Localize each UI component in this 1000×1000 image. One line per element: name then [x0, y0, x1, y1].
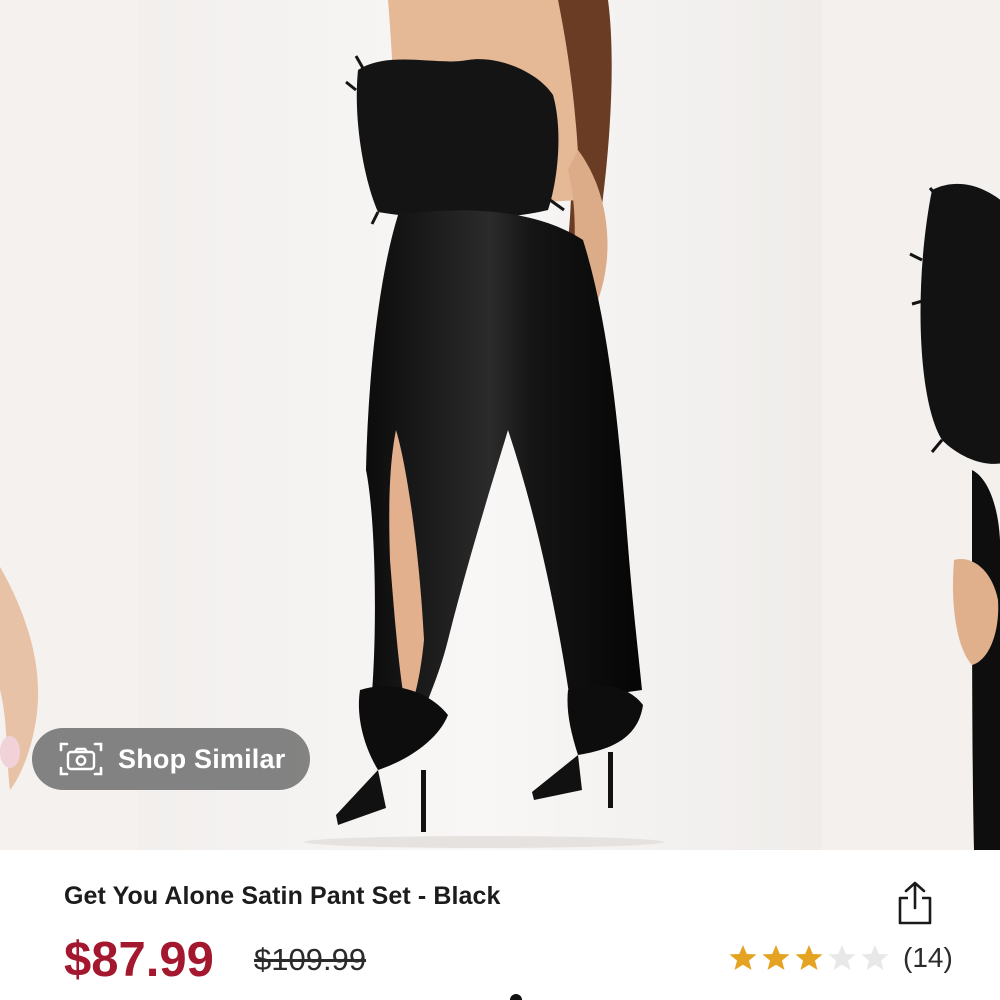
share-icon[interactable] [894, 880, 936, 926]
product-info: Get You Alone Satin Pant Set - Black $87… [0, 850, 1000, 1000]
star-empty-icon [861, 945, 889, 970]
product-rating[interactable]: (14) [728, 942, 953, 974]
star-filled-icon [762, 945, 790, 970]
star-filled-icon [795, 945, 823, 970]
review-count: (14) [903, 942, 953, 973]
rating-stars [728, 943, 893, 973]
product-title: Get You Alone Satin Pant Set - Black [64, 882, 501, 910]
star-empty-icon [828, 945, 856, 970]
star-filled-icon [729, 945, 757, 970]
sale-price: $87.99 [64, 933, 214, 987]
product-photo [138, 0, 822, 850]
product-photo [822, 0, 1000, 850]
camera-icon [59, 742, 103, 776]
carousel-prev-image[interactable] [0, 0, 138, 850]
shop-similar-label: Shop Similar [118, 743, 286, 774]
carousel-main-image[interactable] [138, 0, 822, 850]
carousel-next-image[interactable] [822, 0, 1000, 850]
product-photo [0, 0, 138, 850]
product-image-carousel[interactable]: Shop Similar [0, 0, 1000, 850]
shop-similar-button[interactable]: Shop Similar [32, 728, 310, 790]
original-price: $109.99 [254, 942, 367, 977]
scroll-indicator [510, 994, 522, 1000]
